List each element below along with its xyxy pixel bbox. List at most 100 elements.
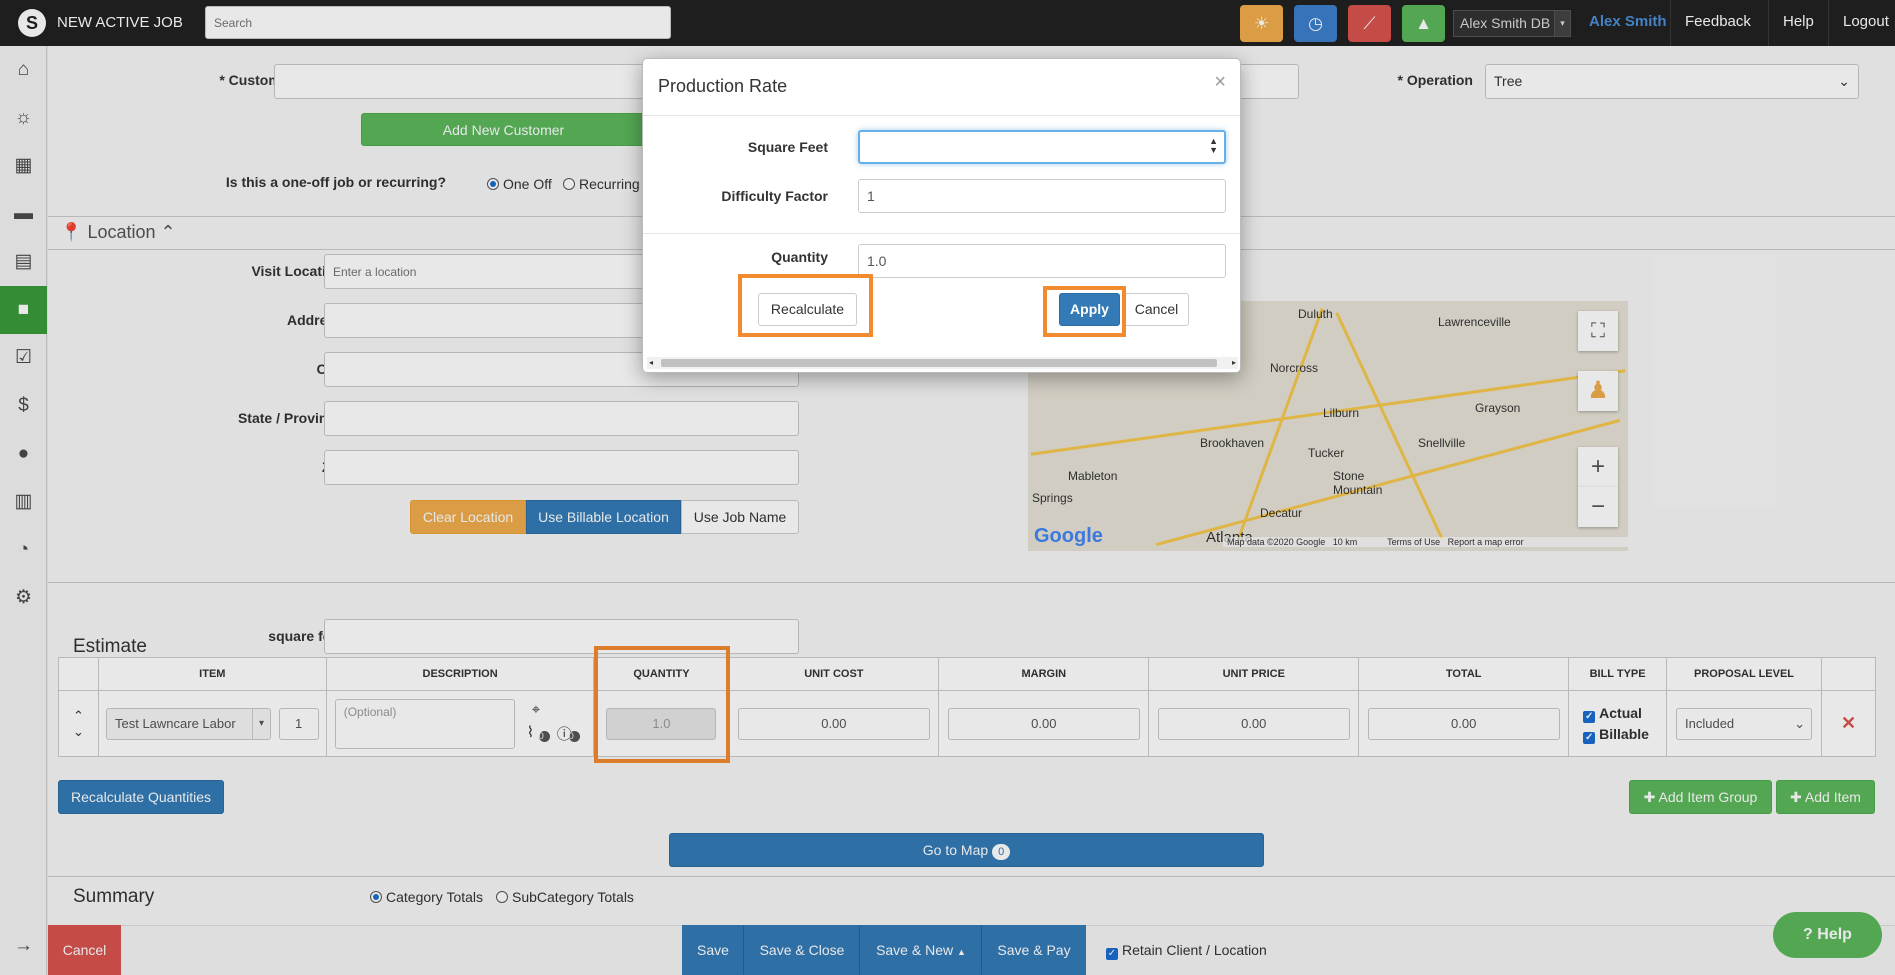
production-rate-modal: Production Rate × Square Feet ▲ ▼ Difficu… (642, 58, 1241, 373)
retain-client-checkbox[interactable]: ✓ Retain Client / Location (1106, 942, 1267, 960)
horizontal-scrollbar[interactable]: ◂ ▸ (647, 357, 1238, 369)
pegman-icon[interactable]: ♟ (1578, 371, 1618, 411)
go-to-map-button[interactable]: Go to Map 0 (669, 833, 1264, 867)
operation-value: Tree (1494, 73, 1523, 89)
help-widget-button[interactable]: ? Help (1773, 912, 1882, 958)
cancel-button[interactable]: Cancel (1124, 293, 1189, 326)
radio-icon (487, 178, 499, 190)
billable-checkbox[interactable]: ✓ Billable (1583, 724, 1666, 745)
state-input[interactable] (324, 401, 799, 436)
number-spinner-icon[interactable]: ▲ ▼ (1209, 137, 1218, 155)
clock-icon[interactable]: ◔ (0, 526, 47, 574)
delete-row-icon[interactable]: ✕ (1841, 713, 1856, 733)
col-unit-cost: UNIT COST (728, 657, 940, 691)
item-qty-input[interactable]: 1 (278, 707, 319, 740)
add-new-customer-button[interactable]: Add New Customer (361, 113, 646, 146)
zip-input[interactable] (324, 450, 799, 485)
search-input[interactable] (205, 6, 671, 39)
bill-type-cell: ✓ Actual ✓ Billable (1568, 690, 1668, 757)
map-place: Decatur (1260, 506, 1303, 520)
reorder-column (58, 657, 99, 691)
page-title: NEW ACTIVE JOB (57, 14, 183, 31)
zoom-out-icon[interactable]: − (1578, 487, 1618, 527)
google-logo: Google (1034, 525, 1103, 547)
cancel-job-button[interactable]: Cancel (48, 925, 121, 975)
map-scale: 10 km (1332, 537, 1358, 547)
location-section-toggle[interactable]: 📍 Location ⌃ (60, 222, 176, 243)
subcategory-totals-label: SubCategory Totals (512, 889, 634, 905)
reorder-arrows-icon[interactable]: ⌃ ⌄ (59, 708, 98, 740)
truck-icon[interactable]: ▬ (0, 190, 47, 238)
col-description: DESCRIPTION (325, 657, 595, 691)
plus-icon: ✚ (1643, 789, 1659, 805)
square-feet-label: Square Feet (747, 139, 828, 155)
training-button[interactable]: ▲ (1402, 5, 1445, 42)
scrollbar-thumb[interactable] (661, 359, 1217, 367)
estimate-heading: Estimate (73, 636, 147, 657)
add-item-button[interactable]: ✚ Add Item (1776, 780, 1875, 814)
recalculate-quantities-button[interactable]: Recalculate Quantities (58, 780, 224, 814)
sun-icon[interactable]: ☼ (0, 94, 47, 142)
clipboard-icon[interactable]: ☑ (0, 334, 47, 382)
scroll-right-icon[interactable]: ▸ (1232, 357, 1236, 369)
help-link[interactable]: Help (1768, 0, 1828, 46)
quantity-label: Quantity (771, 249, 828, 265)
app-logo[interactable]: S (18, 9, 46, 37)
subcategory-totals-radio[interactable]: SubCategory Totals (496, 889, 634, 905)
difficulty-factor-input[interactable]: 1 (858, 179, 1226, 213)
gear-icon[interactable]: ⚙ (0, 574, 47, 622)
report-error-link[interactable]: Report a map error (1448, 537, 1524, 547)
plus-icon: ✚ (1790, 789, 1805, 805)
recurring-question: Is this a one-off job or recurring? (225, 174, 446, 190)
timesheet-button[interactable]: ◷ (1294, 5, 1337, 42)
square-feet-input[interactable]: ▲ ▼ (858, 130, 1226, 164)
operation-select[interactable]: Tree ⌄ (1485, 64, 1859, 99)
map-place: Springs (1032, 491, 1073, 505)
attach-count-badge: 0 (538, 731, 550, 742)
fullscreen-icon[interactable]: ⛶ (1578, 311, 1618, 351)
one-off-radio[interactable]: One Off (487, 176, 552, 192)
add-item-group-button[interactable]: ✚ Add Item Group (1629, 780, 1772, 814)
map-place: Mableton (1068, 469, 1118, 483)
terms-link[interactable]: Terms of Use (1387, 537, 1440, 547)
unit-cost-input[interactable]: 0.00 (737, 707, 930, 740)
recurring-radio[interactable]: Recurring (563, 176, 640, 192)
map-pin-icon[interactable]: ⌖ (532, 701, 540, 718)
scroll-left-icon[interactable]: ◂ (649, 357, 653, 369)
clear-location-button[interactable]: Clear Location (410, 500, 526, 534)
total-input[interactable]: 0.00 (1367, 707, 1560, 740)
quantity-input[interactable]: 1.0 (858, 244, 1226, 278)
unit-price-input[interactable]: 0.00 (1157, 707, 1350, 740)
save-pay-button[interactable]: Save & Pay (982, 925, 1086, 975)
logout-link[interactable]: Logout (1828, 0, 1895, 46)
close-icon[interactable]: × (1214, 71, 1226, 94)
company-select-value: Alex Smith DB (1460, 15, 1551, 31)
home-icon[interactable]: ⌂ (0, 46, 47, 94)
proposal-level-select[interactable]: Included ⌄ (1676, 707, 1813, 740)
item-select[interactable]: Test Lawncare Labor ▾ (106, 707, 271, 740)
bar-chart-icon[interactable]: ▥ (0, 478, 47, 526)
save-close-button[interactable]: Save & Close (744, 925, 860, 975)
use-billable-location-button[interactable]: Use Billable Location (526, 500, 681, 534)
weather-button[interactable]: ☀ (1240, 5, 1283, 42)
paperclip-icon[interactable]: ⌇ (527, 723, 534, 741)
description-input[interactable]: (Optional) (334, 698, 515, 749)
zoom-in-icon[interactable]: + (1578, 447, 1618, 487)
estimate-table: ITEM DESCRIPTION QUANTITY UNIT COST MARG… (58, 657, 1877, 757)
dollar-icon[interactable]: $ (0, 382, 47, 430)
feedback-link[interactable]: Feedback (1670, 0, 1765, 46)
reports-button[interactable]: ⟋ (1348, 5, 1391, 42)
company-select[interactable]: Alex Smith DB ▾ (1453, 10, 1571, 37)
book-icon[interactable]: ▤ (0, 238, 47, 286)
save-new-button[interactable]: Save & New ▲ (860, 925, 982, 975)
use-job-name-button[interactable]: Use Job Name (681, 500, 799, 534)
margin-input[interactable]: 0.00 (947, 707, 1140, 740)
save-button[interactable]: Save (682, 925, 744, 975)
actual-checkbox[interactable]: ✓ Actual (1583, 703, 1666, 724)
collapse-arrow-icon[interactable]: → (0, 922, 47, 970)
user-link[interactable]: Alex Smith (1575, 0, 1681, 46)
calendar-icon[interactable]: ▦ (0, 142, 47, 190)
category-totals-radio[interactable]: Category Totals (370, 889, 483, 905)
person-icon[interactable]: ● (0, 430, 47, 478)
briefcase-icon[interactable]: ■ (0, 286, 47, 334)
